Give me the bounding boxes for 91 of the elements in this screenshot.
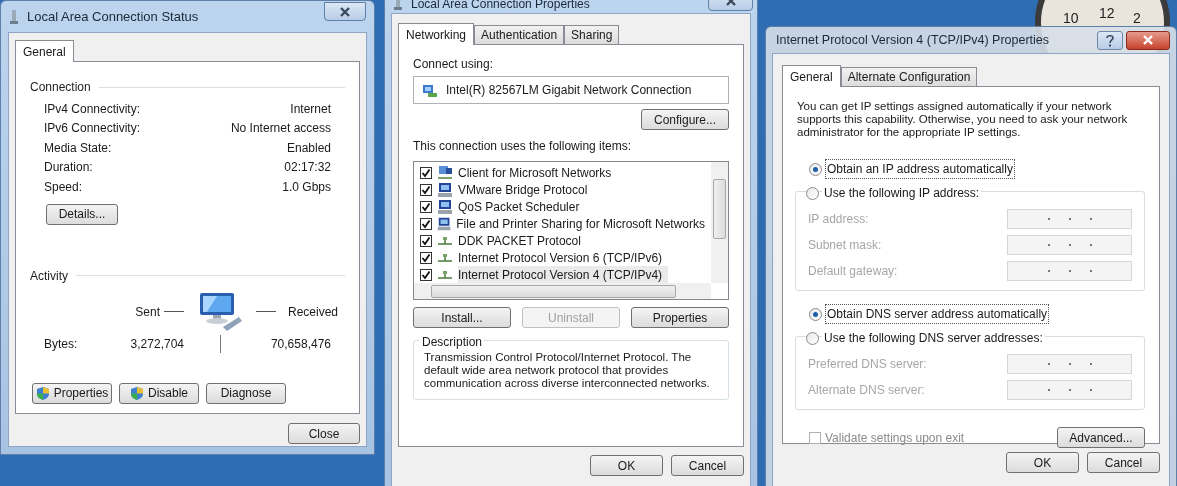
field-value: 70,658,476 <box>269 335 331 353</box>
field-value: 3,272,704 <box>129 335 184 353</box>
network-client-icon <box>437 164 453 181</box>
field-label: Subnet mask: <box>808 237 882 254</box>
radio-button[interactable] <box>806 186 819 200</box>
network-adapter-icon <box>422 82 438 98</box>
action-button[interactable]: Install... <box>413 307 511 328</box>
list-item[interactable]: Internet Protocol Version 4 (TCP/IPv4) <box>458 265 669 283</box>
window-title: Local Area Connection Status <box>27 7 200 26</box>
field-label: Alternate DNS server: <box>808 382 925 399</box>
computer-icon <box>197 290 243 333</box>
cancel-button[interactable]: Cancel <box>671 455 744 476</box>
field-label: IPv4 Connectivity: <box>44 100 141 118</box>
action-button[interactable]: Disable <box>119 382 199 404</box>
radio-button[interactable] <box>809 307 822 321</box>
field-label: Default gateway: <box>808 263 898 280</box>
close-icon <box>337 5 353 18</box>
checkbox[interactable] <box>420 234 432 247</box>
computer-service-icon <box>437 215 452 232</box>
close-button[interactable] <box>1126 30 1170 50</box>
intro-text: You can get IP settings assigned automatically if your network supports this capability. Otherwise, you need to ask your network administrator for the appropriate IP settings. <box>797 100 1129 139</box>
field-value: Internet <box>290 100 331 118</box>
vertical-scrollbar[interactable] <box>711 162 728 283</box>
field-label: Received <box>288 303 339 321</box>
tab[interactable]: Authentication <box>474 25 565 44</box>
network-icon <box>393 0 403 11</box>
tab[interactable]: General <box>15 40 74 62</box>
tab[interactable]: General <box>782 65 841 87</box>
field-value: 1.0 Gbps <box>282 178 331 196</box>
option-label[interactable]: Obtain DNS server address automatically <box>825 304 1050 324</box>
section-heading: Connection <box>30 79 91 96</box>
computer-service-icon <box>437 181 453 198</box>
field-label: Preferred DNS server: <box>808 356 927 373</box>
description-text: Transmission Control Protocol/Internet Protocol. The default wide area network protocol that provides communication across diverse interconnected networks. <box>424 351 711 390</box>
window-title: Local Area Connection Properties <box>411 0 591 11</box>
checkbox[interactable] <box>420 251 432 264</box>
field-value: No Internet access <box>230 120 331 138</box>
action-button[interactable]: Properties <box>32 382 112 404</box>
list-item[interactable]: Client for Microsoft Networks <box>458 163 618 182</box>
clock-numeral: 2 <box>1133 11 1141 25</box>
radio-button[interactable] <box>806 331 819 345</box>
field-label: IP address: <box>808 211 869 228</box>
clock-numeral: 12 <box>1099 6 1115 20</box>
close-icon <box>1140 34 1156 46</box>
details-button[interactable]: Details... <box>46 203 118 225</box>
field-label: Duration: <box>44 159 93 177</box>
action-button[interactable]: Properties <box>631 307 729 328</box>
close-dialog-button[interactable]: Close <box>288 423 360 444</box>
checkbox[interactable] <box>420 183 432 196</box>
field-label: Media State: <box>44 139 112 157</box>
shield-icon <box>35 385 50 401</box>
cancel-button[interactable]: Cancel <box>1087 452 1160 473</box>
list-item[interactable]: QoS Packet Scheduler <box>458 197 586 216</box>
clock-numeral: 10 <box>1063 11 1079 25</box>
ok-button[interactable]: OK <box>590 455 663 476</box>
field-label: Bytes: <box>44 335 79 353</box>
section-heading: Activity <box>30 267 68 285</box>
help-button[interactable] <box>1097 30 1123 50</box>
advanced-button[interactable]: Advanced... <box>1057 427 1145 448</box>
checkbox[interactable] <box>420 217 432 230</box>
field-value: 02:17:32 <box>284 159 331 177</box>
field-label: This connection uses the following items: <box>413 138 633 155</box>
list-item[interactable]: Internet Protocol Version 6 (TCP/IPv6) <box>458 248 669 267</box>
close-button[interactable] <box>324 2 366 21</box>
horizontal-scrollbar[interactable] <box>414 283 711 299</box>
field-label: Speed: <box>44 178 83 196</box>
tab[interactable]: Networking <box>398 23 475 45</box>
network-icon <box>9 8 19 25</box>
checkbox[interactable] <box>420 268 432 281</box>
list-item[interactable]: VMware Bridge Protocol <box>458 180 594 199</box>
adapter-name: Intel(R) 82567LM Gigabit Network Connection <box>446 82 692 99</box>
field-label: IPv6 Connectivity: <box>44 120 141 138</box>
help-icon <box>1105 33 1115 47</box>
field-value: Enabled <box>286 139 331 157</box>
list-item[interactable]: File and Printer Sharing for Microsoft Networks <box>456 214 711 233</box>
checkbox-label: Validate settings upon exit <box>825 429 965 447</box>
checkbox[interactable] <box>420 200 432 213</box>
shield-icon <box>130 385 144 401</box>
tab[interactable]: Sharing <box>564 25 620 44</box>
computer-service-icon <box>437 198 453 215</box>
field-label: Connect using: <box>413 56 495 73</box>
field-label: Sent <box>135 303 160 321</box>
option-label[interactable]: Obtain an IP address automatically <box>825 159 1015 179</box>
action-button[interactable]: Diagnose <box>206 382 286 404</box>
ok-button[interactable]: OK <box>1006 452 1079 473</box>
radio-button[interactable] <box>809 162 822 176</box>
configure-button[interactable]: Configure... <box>641 109 729 130</box>
tab[interactable]: Alternate Configuration <box>840 67 978 86</box>
list-item[interactable]: DDK PACKET Protocol <box>458 231 587 250</box>
window-title: Internet Protocol Version 4 (TCP/IPv4) Properties <box>776 31 1051 49</box>
checkbox[interactable] <box>420 166 432 179</box>
